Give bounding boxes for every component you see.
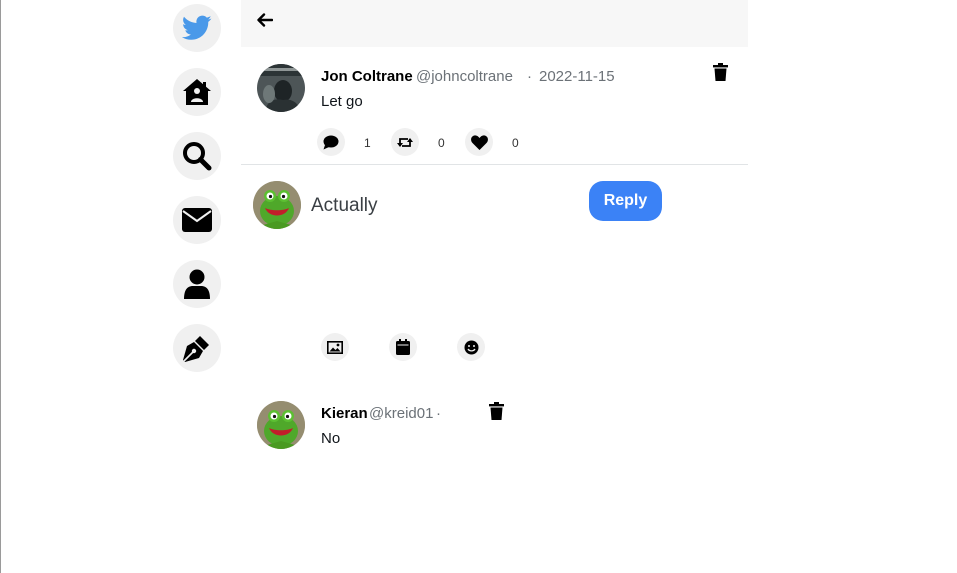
sidebar-item-profile[interactable] [173, 260, 221, 308]
pen-nib-icon [183, 336, 209, 362]
image-icon [327, 340, 343, 354]
reply-action-button[interactable] [317, 128, 345, 156]
retweet-count: 0 [438, 136, 445, 150]
kermit-avatar [253, 181, 301, 229]
add-image-button[interactable] [321, 333, 349, 361]
retweet-icon [397, 137, 413, 147]
user-icon [184, 269, 210, 299]
retweet-action-button[interactable] [391, 128, 419, 156]
main-column: Jon Coltrane @johncoltrane · 2022-11-15 … [241, 0, 748, 573]
author-avatar[interactable] [257, 64, 305, 112]
comment-icon [323, 135, 339, 149]
arrow-left-icon [257, 13, 273, 27]
reply-author-name[interactable]: Kieran [321, 405, 368, 422]
author-handle[interactable]: @johncoltrane [416, 68, 513, 85]
heart-icon [470, 134, 488, 150]
author-name[interactable]: Jon Coltrane [321, 68, 413, 85]
sidebar-item-messages[interactable] [173, 196, 221, 244]
home-icon [183, 79, 211, 105]
reply-count: 1 [364, 136, 371, 150]
delete-tweet-button[interactable] [711, 62, 729, 82]
smiley-icon [464, 340, 478, 354]
like-action-button[interactable] [465, 128, 493, 156]
window-edge [0, 0, 1, 573]
back-button[interactable] [253, 8, 277, 32]
tweet-date: 2022-11-15 [539, 68, 615, 85]
top-bar [241, 0, 748, 47]
search-icon [183, 142, 212, 171]
emoji-button[interactable] [457, 333, 485, 361]
reply-author-handle[interactable]: @kreid01 [369, 405, 433, 422]
like-count: 0 [512, 136, 519, 150]
separator-dot: · [527, 68, 532, 85]
avatar-photo [257, 64, 305, 112]
sidebar-item-home[interactable] [173, 68, 221, 116]
reply-input[interactable] [311, 192, 571, 220]
divider [241, 164, 748, 165]
trash-icon [488, 402, 504, 420]
trash-icon [712, 63, 728, 81]
reply-text: No [321, 430, 341, 447]
calendar-icon [396, 339, 410, 355]
reply-author-avatar[interactable] [257, 401, 305, 449]
sidebar-item-compose[interactable] [173, 324, 221, 372]
tweet-text: Let go [321, 93, 363, 110]
kermit-avatar [257, 401, 305, 449]
delete-reply-button[interactable] [487, 401, 505, 421]
twitter-logo-button[interactable] [173, 4, 221, 52]
sidebar-item-search[interactable] [173, 132, 221, 180]
schedule-button[interactable] [389, 333, 417, 361]
twitter-bird-icon [182, 15, 212, 40]
reply-separator-dot: · [436, 405, 441, 422]
reply-button[interactable]: Reply [589, 181, 662, 221]
envelope-icon [182, 208, 212, 232]
composer-avatar[interactable] [253, 181, 301, 229]
